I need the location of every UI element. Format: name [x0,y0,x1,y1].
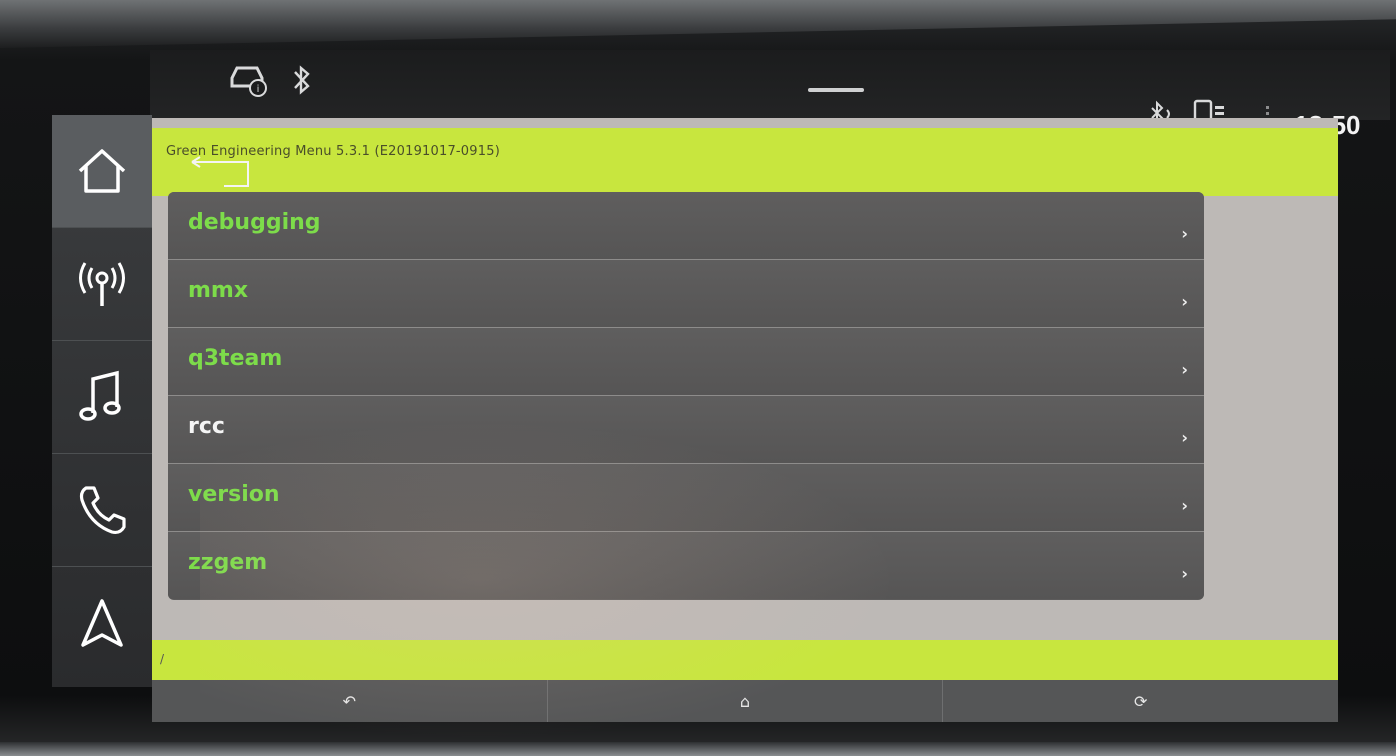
back-icon: ↶ [342,691,357,711]
refresh-icon: ⟳ [1133,691,1148,711]
back-button[interactable]: ↶ [152,680,548,722]
refresh-button[interactable]: ⟳ [943,680,1338,722]
menu-item-label: debugging [188,210,321,235]
menu-item-label: rcc [188,414,225,439]
list-item[interactable]: rcc › [168,396,1204,464]
engineering-menu-screen: Green Engineering Menu 5.3.1 (E20191017-… [152,118,1338,722]
softkey-bar: ↶ ⌂ ⟳ [152,680,1338,722]
chevron-right-icon: › [1181,564,1188,583]
left-nav [52,115,152,687]
nav-item-radio[interactable] [52,228,152,341]
list-item[interactable]: debugging › [168,192,1204,260]
list-item[interactable]: zzgem › [168,532,1204,599]
title-bar: Green Engineering Menu 5.3.1 (E20191017-… [152,128,1338,196]
menu-item-label: q3team [188,346,283,371]
menu-item-label: mmx [188,278,249,303]
nav-item-media[interactable] [52,341,152,454]
bottom-status-bar: / [152,640,1338,680]
chevron-right-icon: › [1181,428,1188,447]
bluetooth-icon [290,64,314,100]
chevron-right-icon: › [1181,224,1188,243]
menu-list: debugging › mmx › q3team › rcc › version… [168,192,1204,600]
bottom-bar-mark: / [160,652,165,666]
nav-item-navigation[interactable] [52,567,152,679]
bezel-bottom-edge [0,742,1396,756]
phone-icon [79,486,126,535]
list-item[interactable]: q3team › [168,328,1204,396]
menu-item-label: zzgem [188,550,268,575]
list-item[interactable]: mmx › [168,260,1204,328]
list-item[interactable]: version › [168,464,1204,532]
chevron-right-icon: › [1181,360,1188,379]
status-bar-handle[interactable] [808,88,864,92]
navigation-arrow-icon [81,599,123,647]
music-note-icon [79,370,121,421]
chevron-right-icon: › [1181,292,1188,311]
home-icon: ⌂ [739,691,751,711]
home-icon [78,149,126,193]
radio-antenna-icon [79,262,125,306]
nav-item-phone[interactable] [52,454,152,567]
back-arrow-icon[interactable] [188,156,252,190]
car-info-icon[interactable]: i [228,60,268,102]
nav-item-home[interactable] [52,115,152,228]
svg-text:i: i [257,84,260,95]
home-button[interactable]: ⌂ [548,680,944,722]
chevron-right-icon: › [1181,496,1188,515]
menu-item-label: version [188,482,280,507]
